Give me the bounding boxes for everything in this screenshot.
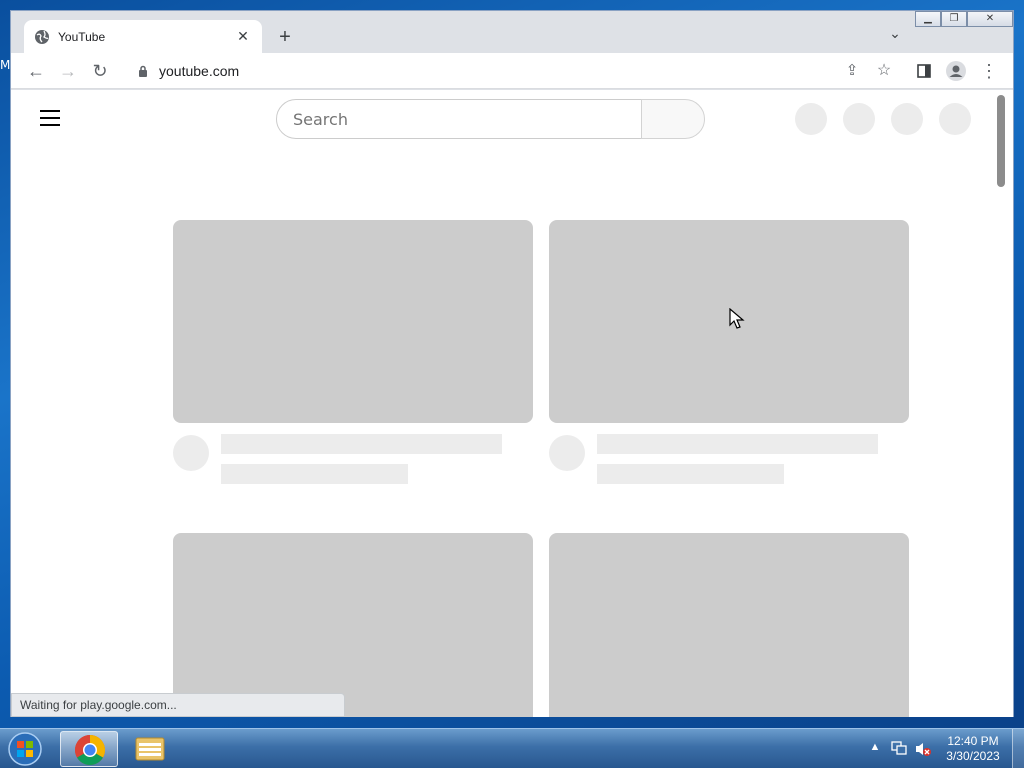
globe-icon xyxy=(35,29,49,44)
search-button[interactable] xyxy=(641,99,705,139)
tab-title: YouTube xyxy=(58,29,106,44)
title-line-placeholder xyxy=(221,434,502,454)
status-bubble: Waiting for play.google.com... xyxy=(11,693,345,717)
close-icon[interactable]: ✕ xyxy=(234,28,252,45)
title-line-placeholder xyxy=(597,434,878,454)
show-desktop-button[interactable] xyxy=(1012,729,1024,768)
page-scrollbar[interactable] xyxy=(997,95,1005,187)
restore-icon[interactable]: ❐ xyxy=(941,11,967,27)
chevron-down-icon[interactable]: ⌄ xyxy=(885,25,905,45)
channel-avatar-placeholder xyxy=(549,435,585,471)
taskbar: ▲ 12:40 PM 3/30/2023 xyxy=(0,728,1024,768)
reload-icon[interactable]: ↻ xyxy=(88,59,112,83)
tab-strip: YouTube ✕ + ⌄ ▁ ❐ ✕ xyxy=(11,11,1013,53)
youtube-page: Waiting for play.google.com... xyxy=(11,90,1013,717)
share-icon[interactable]: ⇪ xyxy=(840,59,864,83)
tab-youtube[interactable]: YouTube ✕ xyxy=(24,20,262,53)
channel-avatar-placeholder xyxy=(173,435,209,471)
lock-icon xyxy=(139,65,147,77)
arrow-left-icon[interactable]: ← xyxy=(24,59,48,83)
video-thumbnail-placeholder xyxy=(173,533,533,717)
volume-muted-icon[interactable] xyxy=(914,741,932,757)
clock-time: 12:40 PM xyxy=(947,734,999,748)
browser-toolbar: ← → ↻ youtube.com ⇪ ☆ ⋮ xyxy=(11,53,1013,89)
taskbar-chrome-button[interactable] xyxy=(60,731,118,767)
clock-date: 3/30/2023 xyxy=(946,749,1000,763)
system-clock[interactable]: 12:40 PM 3/30/2023 xyxy=(938,734,1008,764)
show-hidden-icons-arrow[interactable]: ▲ xyxy=(866,741,884,757)
video-thumbnail-placeholder xyxy=(173,220,533,423)
url-text: youtube.com xyxy=(159,63,240,79)
minimize-icon[interactable]: ▁ xyxy=(915,11,941,27)
hamburger-icon[interactable] xyxy=(40,110,60,126)
browser-window: YouTube ✕ + ⌄ ▁ ❐ ✕ ← → ↻ youtube.com ⇪ … xyxy=(10,10,1014,717)
taskbar-explorer-button[interactable] xyxy=(122,731,180,767)
mouse-cursor-icon xyxy=(729,308,745,329)
meta-line-placeholder xyxy=(221,464,408,484)
plus-icon[interactable]: + xyxy=(273,25,297,49)
arrow-right-icon[interactable]: → xyxy=(56,59,80,83)
windows-start-icon[interactable] xyxy=(5,731,45,767)
window-controls: ▁ ❐ ✕ xyxy=(915,11,1013,27)
chrome-icon xyxy=(74,735,106,766)
header-placeholder-circle xyxy=(891,103,923,135)
search-input[interactable] xyxy=(276,99,642,139)
close-icon[interactable]: ✕ xyxy=(967,11,1013,27)
profile-icon[interactable] xyxy=(944,59,968,83)
more-vert-icon[interactable]: ⋮ xyxy=(977,59,1001,83)
header-placeholder-circle xyxy=(939,103,971,135)
address-bar[interactable]: youtube.com xyxy=(125,57,871,85)
header-placeholder-circle xyxy=(843,103,875,135)
video-thumbnail-placeholder xyxy=(549,533,909,717)
star-icon[interactable]: ☆ xyxy=(872,59,896,83)
side-panel-icon[interactable] xyxy=(912,59,936,83)
header-placeholder-circle xyxy=(795,103,827,135)
meta-line-placeholder xyxy=(597,464,784,484)
network-icon[interactable] xyxy=(890,741,908,757)
file-explorer-icon xyxy=(135,737,165,761)
